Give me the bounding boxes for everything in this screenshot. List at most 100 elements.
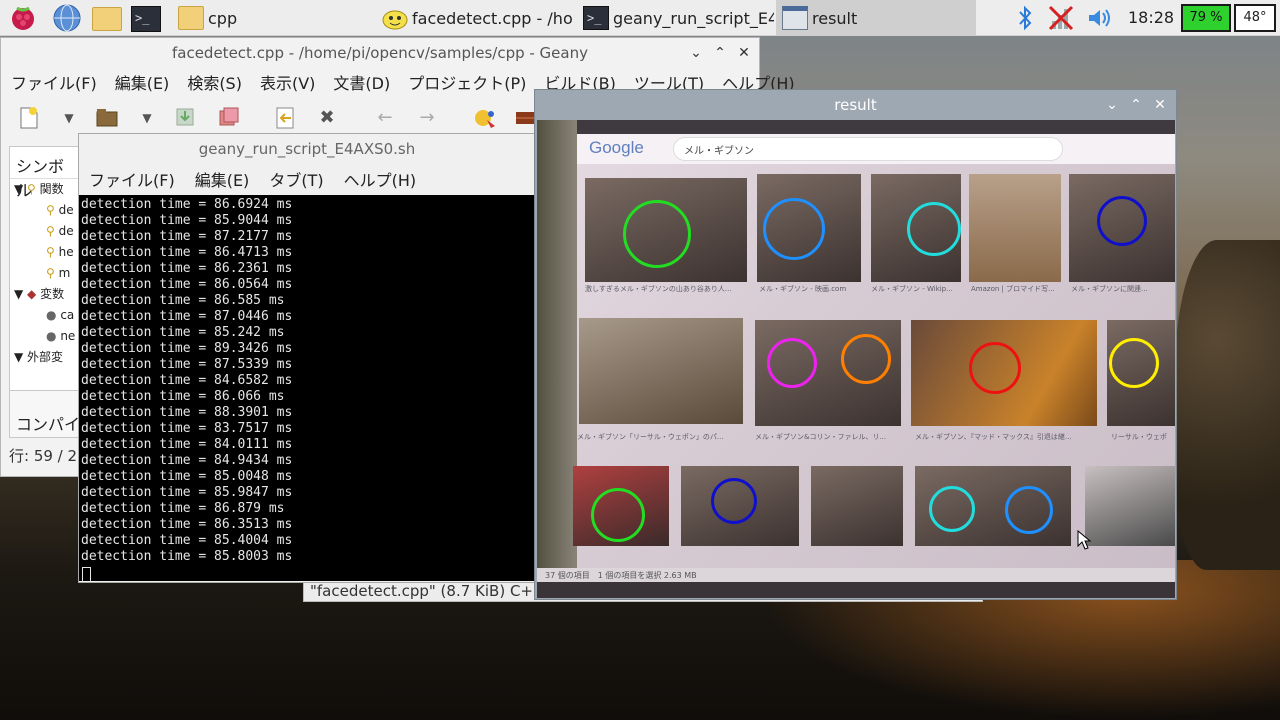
tree-item[interactable]: ● ca bbox=[10, 305, 84, 326]
browser-globe-icon[interactable] bbox=[52, 3, 82, 33]
image-caption: メル・ギブソン、『マッド・マックス』引退は継... bbox=[915, 433, 1072, 441]
window-titlebar[interactable]: result ⌄ ⌃ ✕ bbox=[535, 90, 1176, 120]
menu-file[interactable]: ファイル(F) bbox=[1, 68, 105, 96]
menu-tabs[interactable]: タブ(T) bbox=[259, 167, 333, 191]
camera-frame: Google メル・ギブソン 激しすぎるメル・ギブソンの山あり谷あり人... メ… bbox=[537, 120, 1175, 598]
chevron-down-icon[interactable]: ▼ bbox=[135, 106, 159, 130]
window-title: facedetect.cpp - /home/pi/opencv/samples… bbox=[171, 44, 588, 62]
menu-document[interactable]: 文書(D) bbox=[323, 68, 398, 96]
face-detection-circle bbox=[591, 488, 645, 542]
menu-edit[interactable]: 編集(E) bbox=[185, 167, 260, 191]
task-cpp[interactable]: cpp bbox=[172, 0, 372, 36]
face-detection-circle bbox=[841, 334, 891, 384]
minimize-button[interactable]: ⌄ bbox=[685, 38, 707, 68]
terminal-line: detection time = 85.242 ms bbox=[81, 325, 285, 340]
back-arrow-icon[interactable]: ← bbox=[373, 106, 397, 130]
bluetooth-icon[interactable] bbox=[1010, 3, 1040, 33]
browser-tabbar bbox=[537, 120, 1175, 134]
terminal-line: detection time = 86.585 ms bbox=[81, 293, 285, 308]
terminal-line: detection time = 84.0111 ms bbox=[81, 437, 293, 452]
image-thumbnail bbox=[1085, 466, 1175, 546]
task-result[interactable]: result bbox=[776, 0, 976, 36]
maximize-button[interactable]: ⌃ bbox=[1125, 90, 1147, 120]
menu-help[interactable]: ヘルプ(H) bbox=[334, 167, 427, 191]
minimize-button[interactable]: ⌄ bbox=[1101, 90, 1123, 120]
face-detection-circle bbox=[1109, 338, 1159, 388]
menu-file[interactable]: ファイル(F) bbox=[79, 167, 185, 191]
compile-icon[interactable] bbox=[473, 106, 497, 130]
save-all-icon[interactable] bbox=[217, 106, 241, 130]
image-thumbnail bbox=[579, 318, 743, 424]
menubar: ファイル(F) 編集(E) タブ(T) ヘルプ(H) bbox=[79, 164, 535, 194]
menu-edit[interactable]: 編集(E) bbox=[105, 68, 178, 96]
revert-icon[interactable] bbox=[273, 106, 297, 130]
terminal-line: detection time = 85.0048 ms bbox=[81, 469, 293, 484]
tree-item[interactable]: ▼ ⚲ 関数 bbox=[10, 179, 84, 200]
image-thumbnail bbox=[811, 466, 903, 546]
tree-item[interactable]: ▼ ◆ 変数 bbox=[10, 284, 84, 305]
terminal-launcher-icon[interactable]: >_ bbox=[131, 6, 161, 32]
task-label: facedetect.cpp - /ho... bbox=[412, 8, 572, 28]
raspberry-menu-icon[interactable] bbox=[8, 3, 38, 33]
chevron-down-icon[interactable]: ▼ bbox=[57, 106, 81, 130]
window-icon bbox=[782, 6, 808, 30]
menu-search[interactable]: 検索(S) bbox=[177, 68, 250, 96]
result-window: result ⌄ ⌃ ✕ Google メル・ギブソン 激しすぎるメル・ギブソン… bbox=[534, 89, 1177, 600]
clock[interactable]: 18:28 bbox=[1128, 0, 1174, 36]
maximize-button[interactable]: ⌃ bbox=[709, 38, 731, 68]
mouse-pointer-icon bbox=[1077, 530, 1091, 550]
tree-item[interactable]: ⚲ de bbox=[10, 221, 84, 242]
viewer-status-bar: 37 個の項目 1 個の項目を選択 2.63 MB bbox=[537, 568, 1175, 582]
face-detection-circle bbox=[623, 200, 691, 268]
window-titlebar[interactable]: facedetect.cpp - /home/pi/opencv/samples… bbox=[1, 38, 759, 68]
image-caption: 激しすぎるメル・ギブソンの山あり谷あり人... bbox=[585, 285, 732, 293]
close-button[interactable]: ✕ bbox=[733, 38, 755, 68]
terminal-output[interactable]: detection time = 86.6924 ms detection tim… bbox=[79, 195, 535, 581]
tree-item[interactable]: ▼ 外部変 bbox=[10, 347, 84, 368]
volume-icon[interactable] bbox=[1084, 3, 1114, 33]
terminal-line: detection time = 86.066 ms bbox=[81, 389, 285, 404]
symbol-sidebar: シンボル ▼ ⚲ 関数 ⚲ de ⚲ de ⚲ he ⚲ m ▼ ◆ 変数 ● … bbox=[9, 146, 85, 404]
terminal-line: detection time = 86.2361 ms bbox=[81, 261, 293, 276]
terminal-line: detection time = 84.9434 ms bbox=[81, 453, 293, 468]
new-file-icon[interactable] bbox=[17, 106, 41, 130]
save-icon[interactable] bbox=[173, 106, 197, 130]
image-caption: メル・ギブソンに関連... bbox=[1071, 285, 1148, 293]
tree-item[interactable]: ⚲ he bbox=[10, 242, 84, 263]
terminal-window: geany_run_script_E4AXS0.sh ファイル(F) 編集(E)… bbox=[78, 133, 536, 583]
window-titlebar[interactable]: geany_run_script_E4AXS0.sh bbox=[79, 134, 535, 164]
image-caption: リーサル・ウェポ bbox=[1111, 433, 1167, 441]
forward-arrow-icon[interactable]: → bbox=[415, 106, 439, 130]
terminal-line: detection time = 86.3513 ms bbox=[81, 517, 293, 532]
menu-view[interactable]: 表示(V) bbox=[250, 68, 323, 96]
terminal-line: detection time = 86.4713 ms bbox=[81, 245, 293, 260]
wallpaper-trees bbox=[1175, 240, 1280, 570]
terminal-line: detection time = 85.4004 ms bbox=[81, 533, 293, 548]
menu-project[interactable]: プロジェクト(P) bbox=[398, 68, 534, 96]
window-title: geany_run_script_E4AXS0.sh bbox=[198, 140, 416, 158]
tree-item[interactable]: ⚲ de bbox=[10, 200, 84, 221]
terminal-line: detection time = 89.3426 ms bbox=[81, 341, 293, 356]
file-manager-icon[interactable] bbox=[92, 7, 122, 31]
task-geany[interactable]: facedetect.cpp - /ho... bbox=[376, 0, 572, 36]
google-search-bar: Google メル・ギブソン bbox=[537, 134, 1175, 164]
sidebar-title[interactable]: シンボル bbox=[10, 147, 84, 200]
terminal-line: detection time = 86.6924 ms bbox=[81, 197, 293, 212]
open-folder-icon[interactable] bbox=[95, 106, 119, 130]
face-detection-circle bbox=[1005, 486, 1053, 534]
close-button[interactable]: ✕ bbox=[1149, 90, 1171, 120]
terminal-line: detection time = 85.9044 ms bbox=[81, 213, 293, 228]
tree-item[interactable]: ⚲ m bbox=[10, 263, 84, 284]
network-disconnected-icon[interactable] bbox=[1046, 3, 1076, 33]
taskbar: >_ cpp facedetect.cpp - /ho... >_ geany_… bbox=[0, 0, 1280, 36]
tree-item[interactable]: ● ne bbox=[10, 326, 84, 347]
battery-indicator[interactable]: 79 % bbox=[1181, 4, 1231, 32]
terminal-line: detection time = 88.3901 ms bbox=[81, 405, 293, 420]
compiler-tab[interactable]: コンパイ bbox=[9, 390, 85, 438]
image-caption: メル・ギブソン - 映画.com bbox=[759, 285, 847, 293]
face-detection-circle bbox=[907, 202, 961, 256]
close-file-icon[interactable]: ✖ bbox=[315, 106, 339, 130]
image-caption: メル・ギブソン&コリン・ファレル、リ... bbox=[755, 433, 887, 441]
task-terminal[interactable]: >_ geany_run_script_E4... bbox=[577, 0, 774, 36]
image-thumbnail bbox=[969, 174, 1061, 282]
